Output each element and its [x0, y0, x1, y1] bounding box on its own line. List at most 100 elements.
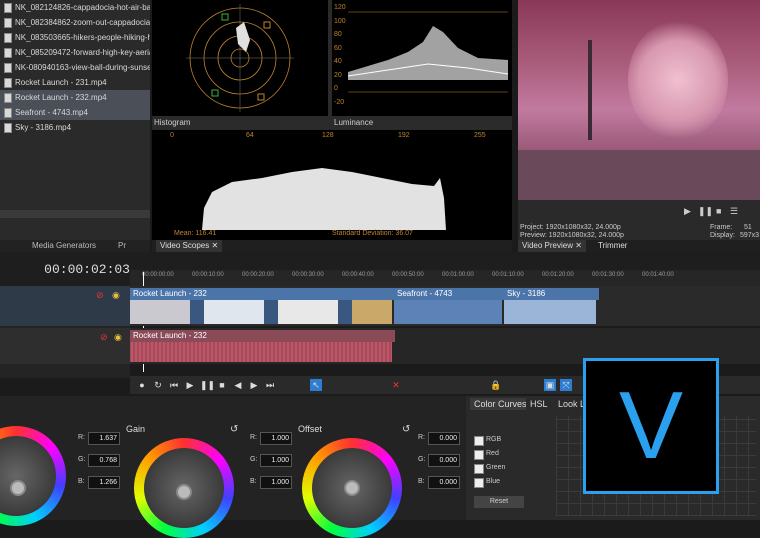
checkbox-green[interactable] [474, 464, 484, 474]
media-item-label: Sky - 3186.mp4 [15, 123, 72, 132]
media-list-item[interactable]: NK_085209472-forward-high-key-aeria... [0, 45, 150, 60]
lift-knob[interactable] [10, 480, 26, 496]
lock-icon[interactable]: 🔒 [490, 379, 502, 391]
tab-trimmer[interactable]: Trimmer [594, 240, 632, 252]
logo-letter: V [618, 372, 684, 479]
ripple-icon[interactable]: ⤧ [560, 379, 572, 391]
ruler-label: 00:01:30:00 [592, 272, 624, 278]
lift-b-input[interactable]: 1.266 [88, 476, 120, 489]
luminance-tick-label: 120 [334, 4, 346, 11]
rgb-label: RGB [486, 436, 502, 443]
checkbox-rgb[interactable] [474, 436, 484, 446]
tab-hsl[interactable]: HSL [526, 398, 552, 410]
tab-video-scopes[interactable]: Video Scopes ✕ [156, 240, 223, 252]
pause-icon[interactable]: ❚❚ [698, 206, 713, 217]
stop-icon[interactable]: ■ [716, 206, 721, 216]
stop-icon[interactable]: ■ [216, 379, 228, 391]
gain-g-input[interactable]: 1.000 [260, 454, 292, 467]
r-label: R: [418, 434, 425, 441]
tab-media-generators[interactable]: Media Generators [32, 241, 96, 250]
histogram-tick-label: 255 [474, 132, 486, 139]
media-list-item[interactable]: Sky - 3186.mp4 [0, 120, 150, 135]
play-from-start-icon[interactable]: ⏮ [168, 379, 180, 391]
tab-color-curves[interactable]: Color Curves [470, 398, 531, 410]
menu-icon[interactable]: ☰ [730, 206, 738, 217]
checkbox-red[interactable] [474, 450, 484, 460]
ruler-label: 00:00:30:00 [292, 272, 324, 278]
prev-frame-icon[interactable]: ◀ [232, 379, 244, 391]
b-label: B: [418, 478, 425, 485]
ground [518, 150, 760, 200]
media-list-item[interactable]: NK_083503665-hikers-people-hiking-h... [0, 30, 150, 45]
reset-button[interactable]: Reset [474, 496, 524, 508]
solo-icon[interactable]: ◉ [112, 290, 120, 301]
offset-b-input[interactable]: 0.000 [428, 476, 460, 489]
media-tabs: Media Generators Pr [0, 240, 150, 252]
media-list-item[interactable]: Seafront - 4743.mp4 [0, 105, 150, 120]
file-icon [4, 77, 12, 88]
audio-track-header[interactable] [0, 328, 130, 364]
gain-title: Gain [126, 424, 146, 434]
offset-r-input[interactable]: 0.000 [428, 432, 460, 445]
b-label: B: [250, 478, 257, 485]
audio-clip-rocket-launch-232[interactable]: Rocket Launch - 232 [130, 330, 395, 342]
snap-icon[interactable]: ▣ [544, 379, 556, 391]
b-label: B: [78, 478, 85, 485]
offset-knob[interactable] [344, 480, 360, 496]
waveform-graph [348, 11, 508, 93]
media-list-item[interactable]: NK-080940163-view-ball-during-sunse... [0, 60, 150, 75]
play-icon[interactable]: ▶ [684, 206, 691, 217]
offset-g-input[interactable]: 0.000 [428, 454, 460, 467]
ruler-label: 00:00:20:00 [242, 272, 274, 278]
media-item-label: Rocket Launch - 231.mp4 [15, 78, 107, 87]
lift-g-input[interactable]: 0.768 [88, 454, 120, 467]
media-scrollbar[interactable] [0, 210, 150, 218]
play-icon[interactable]: ▶ [184, 379, 196, 391]
loop-icon[interactable]: ↻ [152, 379, 164, 391]
clip-thumbnails [504, 300, 596, 324]
clip-sky-3186[interactable]: Sky - 3186 [504, 288, 599, 300]
clip-rocket-launch-232[interactable]: Rocket Launch - 232 [130, 288, 395, 300]
track-headers: ⊘ ◉ ⊘ ◉ [0, 286, 130, 378]
launch-tower [588, 40, 592, 140]
gain-r-input[interactable]: 1.000 [260, 432, 292, 445]
luminance-dropdown[interactable]: Luminance [334, 118, 373, 127]
thumbnail [352, 300, 392, 324]
end-icon[interactable]: ⏭ [264, 379, 276, 391]
gain-b-input[interactable]: 1.000 [260, 476, 292, 489]
media-list-item[interactable]: NK_082384862-zoom-out-cappadocia-... [0, 15, 150, 30]
thumbnail [204, 300, 264, 324]
tab-pr[interactable]: Pr [118, 241, 126, 250]
reset-icon[interactable]: ↺ [402, 424, 410, 435]
histogram-header: Histogram Luminance [152, 116, 512, 130]
solo-icon[interactable]: ◉ [114, 332, 122, 343]
next-frame-icon[interactable]: ▶ [248, 379, 260, 391]
video-track-header[interactable] [0, 286, 130, 326]
timeline-ruler[interactable]: 00:00:00:00 00:00:10:00 00:00:20:00 00:00:3… [130, 270, 760, 286]
ruler-label: 00:01:00:00 [442, 272, 474, 278]
lift-r-input[interactable]: 1.637 [88, 432, 120, 445]
close-icon[interactable]: ✕ [211, 241, 218, 250]
record-icon[interactable]: ● [136, 379, 148, 391]
media-list-item[interactable]: Rocket Launch - 231.mp4 [0, 75, 150, 90]
gain-knob[interactable] [176, 484, 192, 500]
mute-icon[interactable]: ⊘ [96, 290, 104, 301]
file-icon [4, 122, 12, 133]
delete-icon[interactable]: ✕ [390, 379, 402, 391]
reset-icon[interactable]: ↺ [230, 424, 238, 435]
g-label: G: [78, 456, 86, 463]
file-icon [4, 92, 12, 103]
video-track[interactable]: Rocket Launch - 232 Seafront - 4743 Sky … [130, 286, 760, 326]
close-icon[interactable]: ✕ [575, 241, 582, 250]
mean-value: Mean: 116.41 [174, 230, 217, 237]
checkbox-blue[interactable] [474, 478, 484, 488]
display-label: Display: [710, 232, 735, 239]
std-value: Standard Deviation: 36.07 [332, 230, 413, 237]
clip-seafront-4743[interactable]: Seafront - 4743 [394, 288, 505, 300]
pause-icon[interactable]: ❚❚ [200, 379, 215, 391]
media-list-item[interactable]: Rocket Launch - 232.mp4 [0, 90, 150, 105]
tab-video-preview[interactable]: Video Preview ✕ [518, 240, 586, 252]
mute-icon[interactable]: ⊘ [100, 332, 108, 343]
media-list-item[interactable]: NK_082124826-cappadocia-hot-air-bal... [0, 0, 150, 15]
edit-tool-icon[interactable]: ↖ [310, 379, 322, 391]
